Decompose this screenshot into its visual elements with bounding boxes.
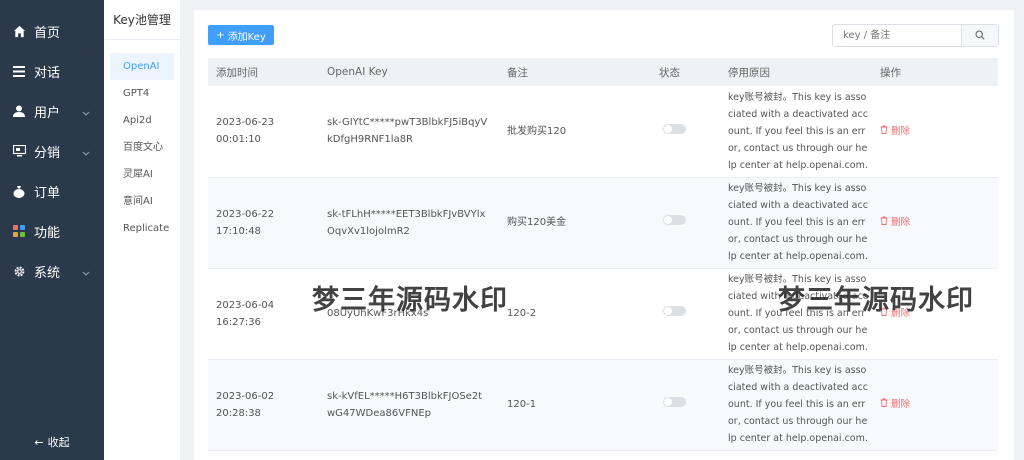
home-icon <box>12 24 26 38</box>
plus-icon: + <box>216 29 225 41</box>
sidebar: 首页 对话 用户 分销 订单 功能 系统 ← 收起 <box>0 0 104 460</box>
nav-label: 分销 <box>34 145 61 161</box>
collapse-button[interactable]: ← 收起 <box>0 434 104 450</box>
arrow-left-icon: ← <box>34 435 44 449</box>
chevron-down-icon <box>82 106 90 121</box>
cell-actions: 删除 <box>872 359 998 451</box>
delete-button[interactable]: 删除 <box>880 396 910 413</box>
nav-item-distribution[interactable]: 分销 <box>0 131 104 171</box>
cell-status <box>651 177 720 269</box>
search-input[interactable] <box>833 25 961 46</box>
submenu-item-baidu[interactable]: 百度文心 <box>110 134 174 161</box>
nav-item-chat[interactable]: 对话 <box>0 51 104 91</box>
nav-label: 订单 <box>34 185 61 201</box>
watermark: 梦三年源码水印 <box>778 285 974 316</box>
cell-note: 批发购买120 <box>499 86 651 178</box>
col-header-key: OpenAI Key <box>319 58 499 86</box>
cell-time: 2023-06-22 17:10:48 <box>208 177 319 269</box>
col-header-time: 添加时间 <box>208 58 319 86</box>
delete-label: 删除 <box>891 399 911 410</box>
watermark: 梦三年源码水印 <box>312 285 508 316</box>
status-toggle[interactable] <box>663 397 686 407</box>
trash-icon <box>880 214 888 231</box>
table-row: 2023-06-22 17:10:48 sk-tFLhH*****EET3Blb… <box>208 177 998 269</box>
nav-item-users[interactable]: 用户 <box>0 91 104 131</box>
trash-icon <box>880 396 888 413</box>
col-header-note: 备注 <box>499 58 651 86</box>
cell-actions: 删除 <box>872 86 998 178</box>
search-icon <box>975 29 985 43</box>
cell-key: sk-tFLhH*****EET3BlbkFJvBVYlxOqvXv1lojol… <box>319 177 499 269</box>
keys-table: 添加时间 OpenAI Key 备注 状态 停用原因 操作 2023-06-23… <box>208 58 998 451</box>
cell-time: 2023-06-23 00:01:10 <box>208 86 319 178</box>
submenu-item-replicate[interactable]: Replicate <box>110 215 174 242</box>
submenu-item-gpt4[interactable]: GPT4 <box>110 80 174 107</box>
status-toggle[interactable] <box>663 123 686 134</box>
cell-key: sk-GIYtC*****pwT3BlbkFJ5iBqyVkDfgH9RNF1l… <box>319 86 499 178</box>
nav-label: 系统 <box>34 265 61 281</box>
submenu-item-openai[interactable]: OpenAI <box>110 53 174 80</box>
nav-label: 首页 <box>34 25 61 41</box>
table-header: 添加时间 OpenAI Key 备注 状态 停用原因 操作 <box>208 58 998 86</box>
cell-reason: key账号被封。This key is associated with a de… <box>720 177 872 269</box>
cell-time: 2023-06-04 16:27:36 <box>208 268 319 360</box>
cell-status <box>651 268 720 360</box>
search-button[interactable] <box>961 25 998 46</box>
nav-item-orders[interactable]: 订单 <box>0 171 104 211</box>
col-header-status: 状态 <box>651 58 720 86</box>
chevron-down-icon <box>82 266 90 281</box>
nav-label: 功能 <box>34 225 61 241</box>
submenu: Key池管理 OpenAI GPT4 Api2d 百度文心 灵犀AI 意间AI … <box>104 0 181 460</box>
status-toggle[interactable] <box>663 215 686 225</box>
nav-label: 用户 <box>34 105 61 121</box>
delete-button[interactable]: 删除 <box>880 214 910 231</box>
submenu-item-yijian[interactable]: 意间AI <box>110 188 174 215</box>
status-toggle[interactable] <box>663 306 686 316</box>
nav-item-home[interactable]: 首页 <box>0 11 104 51</box>
cell-actions: 删除 <box>872 177 998 269</box>
cell-note: 120-2 <box>499 268 651 360</box>
delete-button[interactable]: 删除 <box>880 123 910 140</box>
user-icon <box>12 104 26 118</box>
table-row: 2023-06-02 20:28:38 sk-kVfEL*****H6T3Blb… <box>208 359 998 451</box>
collapse-label: 收起 <box>47 436 70 449</box>
submenu-item-api2d[interactable]: Api2d <box>110 107 174 134</box>
col-header-actions: 操作 <box>872 58 998 86</box>
cell-key: sk-kVfEL*****H6T3BlbkFJOSe2twG47WDea86VF… <box>319 359 499 451</box>
gear-icon <box>12 264 26 278</box>
list-icon <box>12 64 26 78</box>
cell-note: 购买120美金 <box>499 177 651 269</box>
trash-icon <box>880 123 888 140</box>
cell-time: 2023-06-02 20:28:38 <box>208 359 319 451</box>
table-row: 2023-06-23 00:01:10 sk-GIYtC*****pwT3Blb… <box>208 86 998 178</box>
col-header-reason: 停用原因 <box>720 58 872 86</box>
main-panel: + 添加Key 添加时间 OpenAI Key 备注 状态 停用原因 操作 20… <box>194 10 1014 460</box>
share-icon <box>12 144 26 158</box>
apps-icon <box>12 224 26 238</box>
cell-status <box>651 86 720 178</box>
cell-status <box>651 359 720 451</box>
add-key-button[interactable]: + 添加Key <box>208 25 274 45</box>
cell-note: 120-1 <box>499 359 651 451</box>
submenu-item-lingxi[interactable]: 灵犀AI <box>110 161 174 188</box>
chevron-down-icon <box>82 146 90 161</box>
bag-icon <box>12 184 26 198</box>
search-box <box>832 24 999 47</box>
delete-label: 删除 <box>891 217 911 228</box>
add-key-label: 添加Key <box>227 31 266 43</box>
submenu-title: Key池管理 <box>104 0 180 40</box>
cell-reason: key账号被封。This key is associated with a de… <box>720 86 872 178</box>
nav-item-system[interactable]: 系统 <box>0 251 104 291</box>
nav-item-features[interactable]: 功能 <box>0 211 104 251</box>
delete-label: 删除 <box>891 125 911 137</box>
cell-reason: key账号被封。This key is associated with a de… <box>720 359 872 451</box>
nav-label: 对话 <box>34 65 61 81</box>
